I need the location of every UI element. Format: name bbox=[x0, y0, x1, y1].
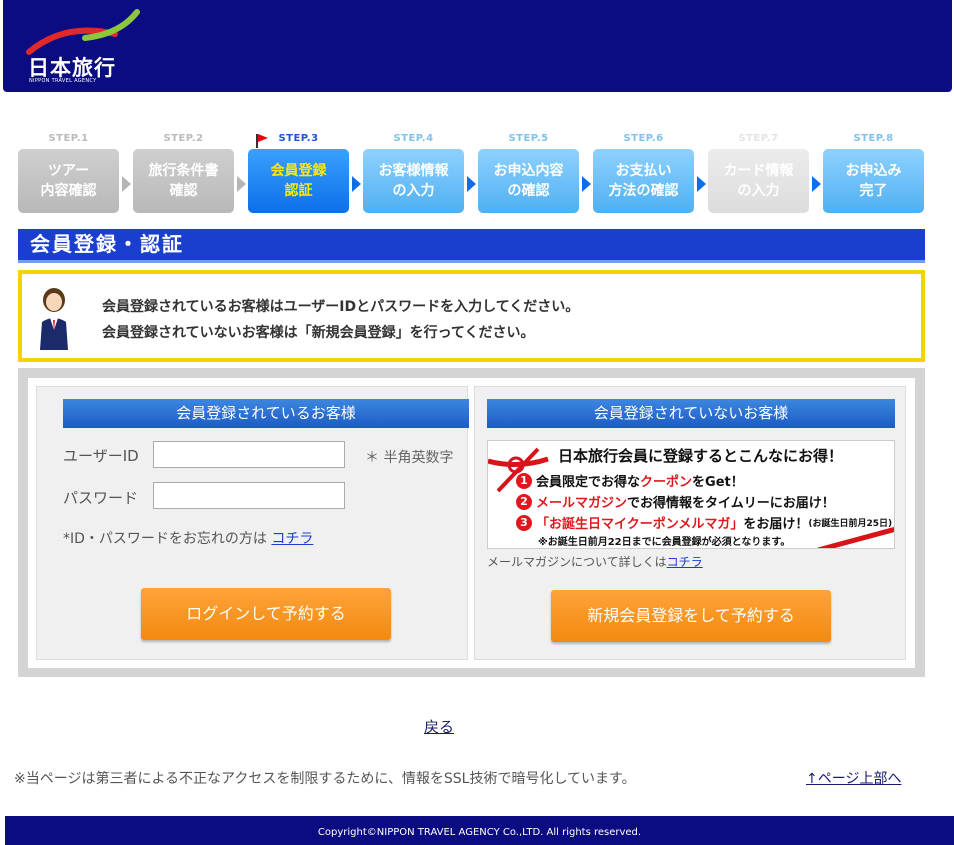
banner-footnote: ※お誕生日前月22日までに会員登録が必須となります。 bbox=[538, 537, 791, 548]
user-id-label: ユーザーID bbox=[63, 447, 139, 465]
mail-magazine-info: メールマガジンについて詳しくはコチラ bbox=[487, 555, 703, 569]
site-footer: Copyright©NIPPON TRAVEL AGENCY Co.,LTD. … bbox=[5, 816, 954, 845]
ssl-note: ※当ページは第三者による不正なアクセスを制限するために、情報をSSL技術で暗号化… bbox=[14, 771, 636, 787]
step-label: お支払い 方法の確認 bbox=[593, 149, 694, 213]
step-arrow-icon bbox=[582, 176, 591, 192]
user-id-input[interactable] bbox=[153, 441, 345, 468]
step-3: STEP.3 会員登録 認証 bbox=[248, 133, 349, 215]
back-link[interactable]: 戻る bbox=[424, 716, 454, 737]
step-label: ツアー 内容確認 bbox=[18, 149, 119, 213]
site-logo[interactable]: 日本旅行 NIPPON TRAVEL AGENCY bbox=[25, 8, 145, 84]
password-input[interactable] bbox=[153, 482, 345, 509]
step-label: カード情報 の入力 bbox=[708, 149, 809, 213]
page-top-link[interactable]: ↑ページ上部へ bbox=[806, 768, 901, 788]
step-label: お申込み 完了 bbox=[823, 149, 924, 213]
step-number: STEP.7 bbox=[738, 133, 779, 144]
guest-register-panel: 会員登録されていないお客様 日本旅行会員に登録するとこんなにお得！ 1 会員限定… bbox=[474, 386, 906, 660]
page-title: 会員登録・認証 bbox=[18, 229, 925, 263]
login-area: 会員登録されているお客様 ユーザーID ＊ 半角英数字 パスワード *ID・パス… bbox=[18, 368, 925, 677]
step-8: STEP.8 お申込み 完了 bbox=[823, 133, 924, 215]
register-button[interactable]: 新規会員登録をして予約する bbox=[551, 590, 831, 642]
step-arrow-icon bbox=[467, 176, 476, 192]
notice-text: 会員登録されているお客様はユーザーIDとパスワードを入力してください。 会員登録… bbox=[102, 299, 580, 341]
step-arrow-icon bbox=[122, 176, 131, 192]
step-4: STEP.4 お客様情報 の入力 bbox=[363, 133, 464, 215]
notice-box: 会員登録されているお客様はユーザーIDとパスワードを入力してください。 会員登録… bbox=[18, 270, 925, 362]
progress-steps: STEP.1 ツアー 内容確認 STEP.2 旅行条件書 確認 STEP.3 会員登… bbox=[18, 133, 924, 215]
step-number: STEP.3 bbox=[278, 133, 319, 144]
forgot-password-link[interactable]: コチラ bbox=[271, 531, 313, 547]
step-arrow-icon bbox=[812, 176, 821, 192]
logo-arc-icon bbox=[26, 9, 140, 55]
step-2: STEP.2 旅行条件書 確認 bbox=[133, 133, 234, 215]
step-label: お客様情報 の入力 bbox=[363, 149, 464, 213]
benefit-2: 2 メールマガジン でお得情報をタイムリーにお届け！ bbox=[516, 492, 835, 511]
step-number: STEP.5 bbox=[508, 133, 549, 144]
mail-magazine-link[interactable]: コチラ bbox=[667, 555, 703, 569]
step-number: STEP.4 bbox=[393, 133, 434, 144]
step-6: STEP.6 お支払い 方法の確認 bbox=[593, 133, 694, 215]
step-number: STEP.8 bbox=[853, 133, 894, 144]
step-5: STEP.5 お申込内容 の確認 bbox=[478, 133, 579, 215]
step-arrow-icon bbox=[352, 176, 361, 192]
step-label: 会員登録 認証 bbox=[248, 149, 349, 213]
step-label: お申込内容 の確認 bbox=[478, 149, 579, 213]
step-number: STEP.1 bbox=[48, 133, 89, 144]
step-number: STEP.2 bbox=[163, 133, 204, 144]
step-1: STEP.1 ツアー 内容確認 bbox=[18, 133, 119, 215]
logo-subtitle: NIPPON TRAVEL AGENCY bbox=[29, 78, 97, 84]
login-button[interactable]: ログインして予約する bbox=[141, 588, 391, 640]
user-id-note: ＊ 半角英数字 bbox=[365, 450, 454, 466]
password-label: パスワード bbox=[63, 489, 139, 507]
step-arrow-icon bbox=[237, 176, 246, 192]
member-login-panel: 会員登録されているお客様 ユーザーID ＊ 半角英数字 パスワード *ID・パス… bbox=[36, 386, 469, 660]
step-label: 旅行条件書 確認 bbox=[133, 149, 234, 213]
banner-title: 日本旅行会員に登録するとこんなにお得！ bbox=[558, 447, 844, 465]
step-7: STEP.7 カード情報 の入力 bbox=[708, 133, 809, 215]
step-number: STEP.6 bbox=[623, 133, 664, 144]
member-panel-heading: 会員登録されているお客様 bbox=[63, 399, 469, 428]
staff-avatar-icon bbox=[40, 288, 68, 350]
step-arrow-icon bbox=[697, 176, 706, 192]
benefit-1: 1 会員限定でお得な クーポン をGet！ bbox=[516, 471, 744, 490]
login-inner: 会員登録されているお客様 ユーザーID ＊ 半角英数字 パスワード *ID・パス… bbox=[28, 378, 915, 668]
member-benefits-banner[interactable]: 日本旅行会員に登録するとこんなにお得！ 1 会員限定でお得な クーポン をGet！ … bbox=[487, 440, 895, 549]
benefit-3: 3 「お誕生日マイクーポンメルマガ」 をお届け！ (お誕生日前月25日) bbox=[516, 513, 892, 532]
site-header: 日本旅行 NIPPON TRAVEL AGENCY bbox=[3, 0, 952, 92]
guest-panel-heading: 会員登録されていないお客様 bbox=[487, 399, 895, 428]
forgot-password-text: *ID・パスワードをお忘れの方は コチラ bbox=[63, 531, 314, 547]
